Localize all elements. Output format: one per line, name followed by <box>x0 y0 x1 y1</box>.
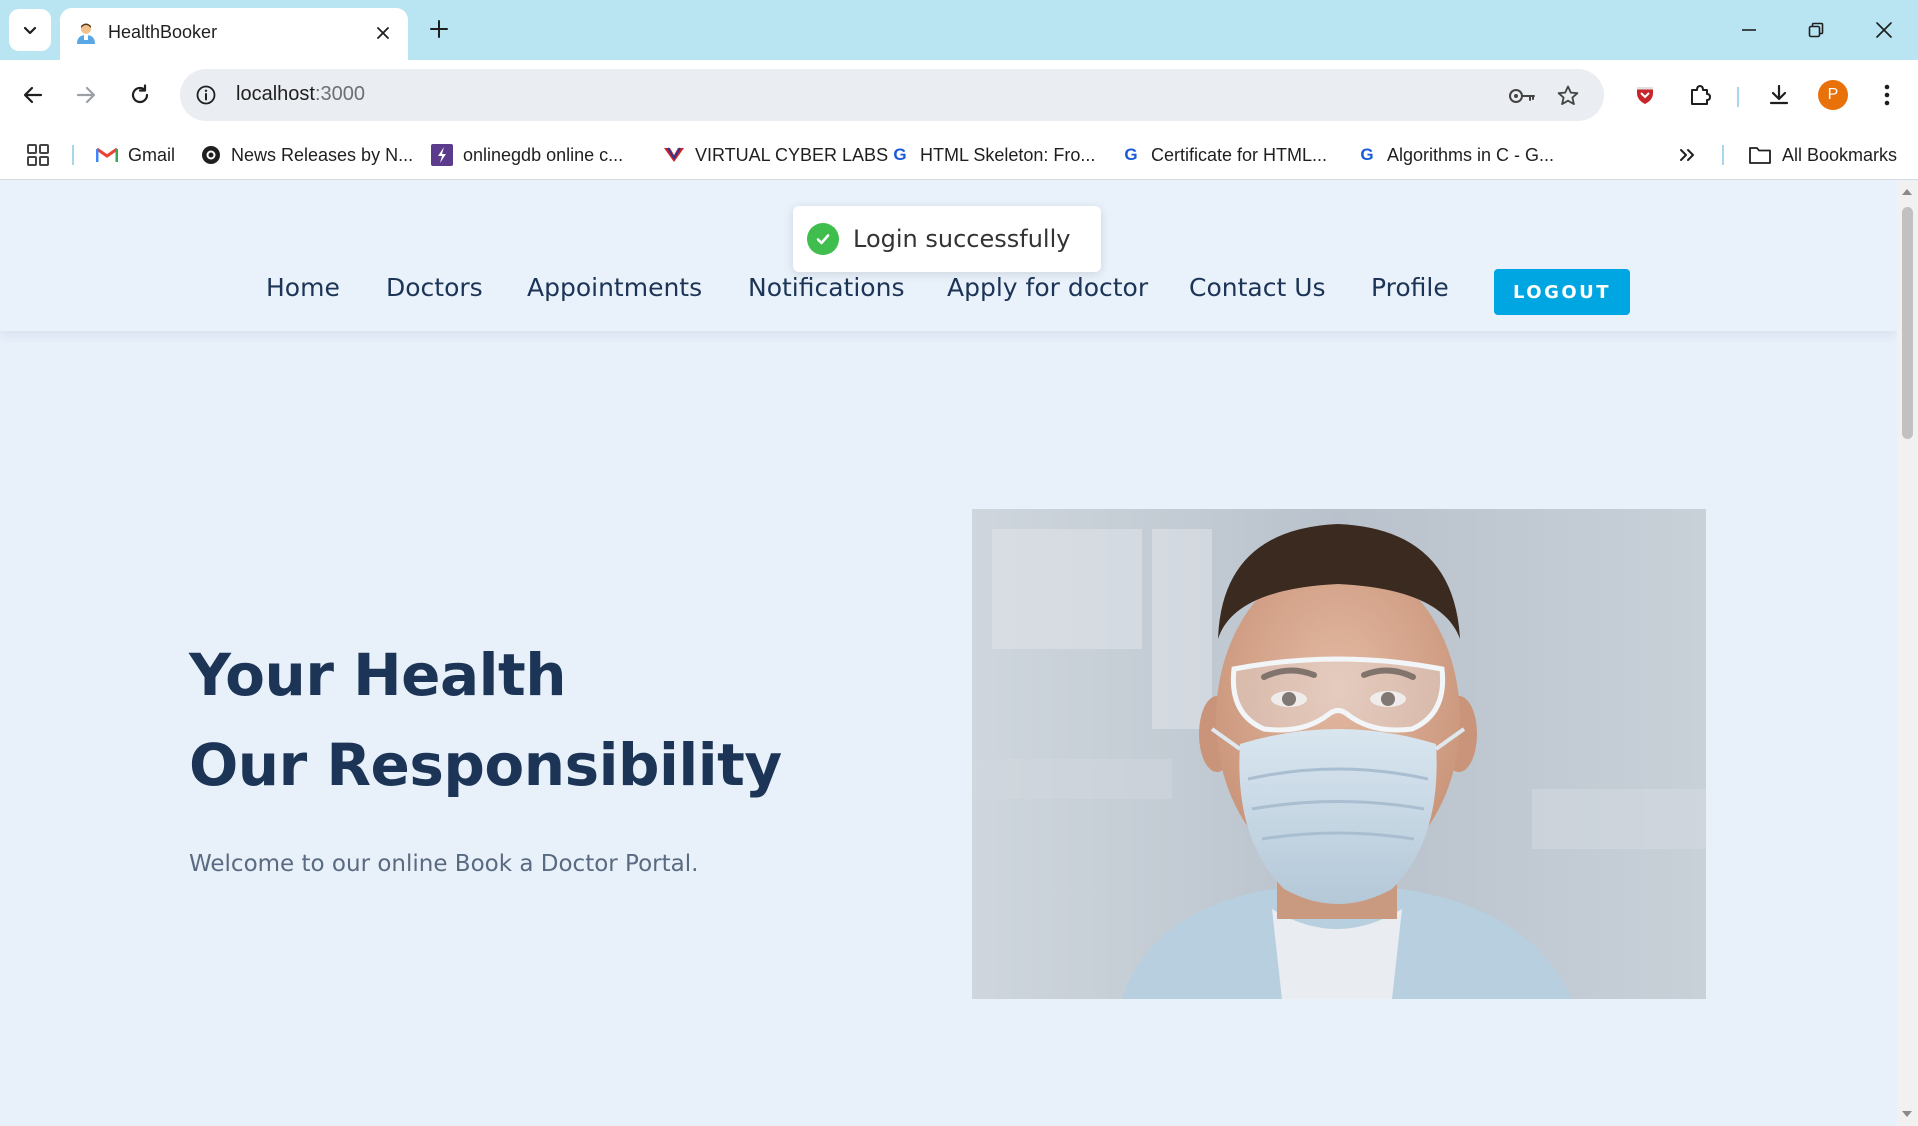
vcl-icon <box>664 147 684 162</box>
restore-icon <box>1808 22 1824 38</box>
double-chevron-right-icon <box>1680 149 1694 161</box>
bookmark-label: onlinegdb online c... <box>463 144 624 165</box>
bookmark-label: HTML Skeleton: Fro... <box>920 144 1096 165</box>
forward-button[interactable] <box>66 75 106 115</box>
hero-title-line-2: Our Responsibility <box>189 731 782 799</box>
arrow-left-icon <box>23 86 43 104</box>
scroll-up-arrow-icon[interactable] <box>1902 189 1912 195</box>
restore-button[interactable] <box>1794 10 1838 50</box>
more-bookmarks-button[interactable] <box>1678 140 1696 170</box>
bookmark-label: Algorithms in C - G... <box>1387 144 1555 165</box>
more-vertical-icon <box>1884 84 1890 106</box>
bookmarks-separator <box>72 145 74 165</box>
bookmark-gmail[interactable]: Gmail <box>96 140 175 170</box>
nav-link-apply-for-doctor[interactable]: Apply for doctor <box>947 273 1148 302</box>
arrow-right-icon <box>76 86 96 104</box>
check-circle-icon <box>807 223 839 255</box>
scroll-down-arrow-icon[interactable] <box>1902 1111 1912 1117</box>
bookmark-onlinegdb[interactable]: onlinegdb online c... <box>431 140 623 170</box>
nav-link-doctors[interactable]: Doctors <box>386 273 483 302</box>
minimize-icon <box>1742 29 1756 31</box>
nav-link-notifications[interactable]: Notifications <box>748 273 904 302</box>
google-icon: G <box>893 145 907 164</box>
download-icon <box>1769 84 1789 105</box>
tab-strip: HealthBooker <box>0 0 1918 60</box>
site-info-button[interactable] <box>192 81 220 109</box>
bookmark-label: News Releases by N... <box>231 144 414 165</box>
hero-doctor-image <box>972 509 1706 999</box>
profile-button[interactable]: P <box>1813 75 1853 115</box>
nav-link-profile[interactable]: Profile <box>1371 273 1449 302</box>
gmail-icon <box>96 147 118 162</box>
url-path: :3000 <box>314 83 365 105</box>
tab-search-button[interactable] <box>9 9 51 51</box>
avatar: P <box>1818 80 1848 110</box>
apps-button[interactable] <box>26 140 50 170</box>
minimize-button[interactable] <box>1727 10 1771 50</box>
onlinegdb-icon <box>431 144 453 166</box>
back-button[interactable] <box>13 75 53 115</box>
hero-subtitle: Welcome to our online Book a Doctor Port… <box>189 851 699 877</box>
bookmark-news-releases[interactable]: News Releases by N... <box>201 140 413 170</box>
bookmark-virtual-cyber-labs[interactable]: VIRTUAL CYBER LABS <box>663 140 888 170</box>
page-viewport: Home Doctors Appointments Notifications … <box>0 181 1897 1126</box>
browser-menu-button[interactable] <box>1867 75 1907 115</box>
bookmarks-bar: Gmail News Releases by N... onlinegdb on… <box>0 130 1918 180</box>
new-tab-button[interactable] <box>424 14 454 44</box>
close-icon <box>377 27 389 39</box>
login-success-toast[interactable]: Login successfully <box>793 206 1101 272</box>
close-icon <box>1876 22 1892 38</box>
close-window-button[interactable] <box>1862 10 1906 50</box>
google-icon: G <box>1124 145 1138 164</box>
scroll-thumb[interactable] <box>1902 207 1913 439</box>
google-icon: G <box>1360 145 1374 164</box>
downloads-button[interactable] <box>1759 75 1799 115</box>
url-text[interactable]: localhost:3000 <box>236 83 365 106</box>
folder-icon <box>1749 147 1771 164</box>
nav-link-home[interactable]: Home <box>266 273 340 302</box>
apps-grid-icon <box>27 144 49 166</box>
bookmark-label: Gmail <box>128 144 176 165</box>
extension-button[interactable] <box>1625 75 1665 115</box>
chevron-down-icon <box>23 26 37 35</box>
url-host: localhost <box>236 83 315 105</box>
nav-link-appointments[interactable]: Appointments <box>527 273 702 302</box>
plus-icon <box>430 20 448 38</box>
news-icon <box>202 146 220 164</box>
active-tab[interactable]: HealthBooker <box>60 8 408 60</box>
bookmark-certificate-html[interactable]: G Certificate for HTML... <box>1121 140 1327 170</box>
bookmark-label: VIRTUAL CYBER LABS <box>695 144 889 165</box>
toolbar-separator <box>1737 87 1739 107</box>
star-icon <box>1557 85 1579 105</box>
browser-toolbar: localhost:3000 P <box>0 60 1918 130</box>
bookmark-label: Certificate for HTML... <box>1151 144 1328 165</box>
puzzle-icon <box>1691 85 1711 105</box>
bookmarks-separator <box>1722 145 1724 165</box>
logout-button[interactable]: LOGOUT <box>1494 269 1630 315</box>
info-icon <box>196 85 216 105</box>
doctor-favicon-icon <box>77 23 95 44</box>
bookmark-html-skeleton[interactable]: G HTML Skeleton: Fro... <box>890 140 1095 170</box>
bookmark-star-button[interactable] <box>1553 81 1583 111</box>
shield-extension-icon <box>1637 87 1653 104</box>
key-icon <box>1509 89 1535 103</box>
reload-button[interactable] <box>120 75 160 115</box>
hero-title-line-1: Your Health <box>189 641 567 709</box>
all-bookmarks-label: All Bookmarks <box>1782 144 1898 165</box>
bookmark-algorithms-in-c[interactable]: G Algorithms in C - G... <box>1357 140 1554 170</box>
password-key-button[interactable] <box>1507 81 1537 111</box>
reload-icon <box>131 84 149 104</box>
nav-link-contact-us[interactable]: Contact Us <box>1189 273 1326 302</box>
toast-message: Login successfully <box>853 225 1071 253</box>
page-scrollbar[interactable] <box>1897 181 1918 1126</box>
extensions-menu-button[interactable] <box>1680 75 1720 115</box>
all-bookmarks-button[interactable]: All Bookmarks <box>1748 140 1897 170</box>
address-bar[interactable]: localhost:3000 <box>180 69 1604 121</box>
tab-title: HealthBooker <box>108 22 218 42</box>
tab-close-button[interactable] <box>370 20 396 46</box>
